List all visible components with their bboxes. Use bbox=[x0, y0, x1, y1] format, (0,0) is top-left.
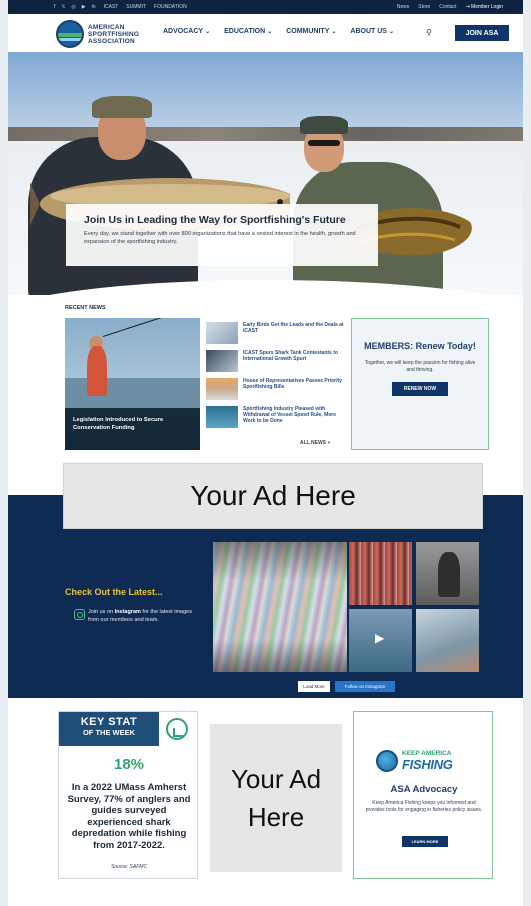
feature-water bbox=[65, 378, 200, 408]
instagram-title: Check Out the Latest... bbox=[65, 587, 163, 597]
top-link-icast[interactable]: ICAST bbox=[104, 4, 119, 10]
news-item[interactable]: Early Birds Get the Leads and the Deals … bbox=[206, 322, 346, 350]
nav-label: ADVOCACY bbox=[163, 28, 204, 35]
follow-label: Follow on Instagram bbox=[344, 684, 386, 689]
page: f 𝕏 ◎ ▶ in ICAST SUMMIT FOUNDATION News … bbox=[8, 0, 523, 906]
hero-title: Join Us in Leading the Way for Sportfish… bbox=[84, 214, 346, 226]
featured-news-title[interactable]: Legislation Introduced to Secure Conserv… bbox=[65, 408, 200, 450]
nav-community[interactable]: COMMUNITY ⌄ bbox=[286, 28, 336, 35]
kaf-wordmark: KEEP AMERICA FISHING bbox=[402, 750, 453, 772]
advocacy-text: Keep America Fishing keeps you informed … bbox=[365, 800, 483, 813]
members-title: MEMBERS: Renew Today! bbox=[364, 341, 476, 351]
instagram-photo-lures[interactable] bbox=[213, 542, 347, 672]
globe-icon bbox=[376, 750, 398, 772]
instagram-photo-angler[interactable] bbox=[416, 542, 479, 605]
key-stat-header: KEY STAT OF THE WEEK bbox=[59, 712, 159, 746]
instagram-photo-rods[interactable] bbox=[349, 542, 412, 605]
ad-square[interactable]: Your Ad Here bbox=[210, 724, 342, 872]
x-twitter-icon[interactable]: 𝕏 bbox=[61, 4, 65, 10]
nav-label: COMMUNITY bbox=[286, 28, 330, 35]
chevron-down-icon: ⌄ bbox=[205, 29, 211, 35]
key-stat-text: In a 2022 UMass Amherst Survey, 77% of a… bbox=[67, 782, 191, 851]
top-link-contact[interactable]: Contact bbox=[439, 4, 456, 10]
asa-advocacy-card: KEEP AMERICA FISHING ASA Advocacy Keep A… bbox=[353, 711, 493, 879]
hero-card: Join Us in Leading the Way for Sportfish… bbox=[66, 204, 378, 266]
top-right-links: News Store Contact ⇥ Member Login bbox=[397, 4, 503, 10]
instagram-video-play-icon[interactable] bbox=[349, 609, 412, 672]
news-title[interactable]: House of Representatives Passes Priority… bbox=[243, 378, 346, 406]
news-item[interactable]: Sportfishing Industry Pleased with Withd… bbox=[206, 406, 346, 434]
featured-news-card[interactable]: Legislation Introduced to Secure Conserv… bbox=[65, 318, 200, 450]
top-link-store[interactable]: Store bbox=[418, 4, 430, 10]
key-stat-percent: 18% bbox=[113, 756, 145, 773]
recent-news-label: RECENT NEWS bbox=[65, 305, 106, 311]
angler-left-hat bbox=[92, 96, 152, 118]
news-title[interactable]: Early Birds Get the Leads and the Deals … bbox=[243, 322, 346, 350]
main-nav: ADVOCACY ⌄ EDUCATION ⌄ COMMUNITY ⌄ ABOUT US… bbox=[163, 28, 394, 35]
kaf-line1: KEEP AMERICA bbox=[402, 750, 452, 757]
news-title[interactable]: Sportfishing Industry Pleased with Withd… bbox=[243, 406, 346, 434]
news-thumbnail bbox=[206, 406, 238, 428]
news-list: Early Birds Get the Leads and the Deals … bbox=[206, 322, 346, 434]
top-link-news[interactable]: News bbox=[397, 4, 410, 10]
instagram-text-pre: Join us on bbox=[88, 609, 115, 615]
member-login-link[interactable]: ⇥ Member Login bbox=[465, 4, 503, 10]
advocacy-title: ASA Advocacy bbox=[390, 784, 458, 795]
logo-text: AMERICAN SPORTFISHING ASSOCIATION bbox=[88, 23, 140, 45]
news-thumbnail bbox=[206, 378, 238, 400]
asa-logo[interactable]: AMERICAN SPORTFISHING ASSOCIATION bbox=[56, 20, 158, 48]
news-thumbnail bbox=[206, 350, 238, 372]
all-news-link[interactable]: ALL NEWS » bbox=[300, 440, 330, 446]
top-link-summit[interactable]: SUMMIT bbox=[126, 4, 146, 10]
hero-subtitle: Every day, we stand together with over 8… bbox=[84, 231, 356, 245]
load-more-button[interactable]: Load More bbox=[298, 681, 330, 692]
ad-banner[interactable]: Your Ad Here bbox=[63, 463, 483, 529]
key-stat-card: KEY STAT OF THE WEEK 18% In a 2022 UMass… bbox=[58, 711, 198, 879]
nav-label: EDUCATION bbox=[224, 28, 266, 35]
news-item[interactable]: ICAST Spurs Shark Tank Contestants to In… bbox=[206, 350, 346, 378]
news-item[interactable]: House of Representatives Passes Priority… bbox=[206, 378, 346, 406]
key-stat-source: Source: SAFMC bbox=[110, 864, 148, 870]
linkedin-icon[interactable]: in bbox=[92, 4, 96, 10]
keep-america-fishing-logo[interactable]: KEEP AMERICA FISHING bbox=[376, 750, 453, 772]
instagram-photo-fish[interactable] bbox=[416, 609, 479, 672]
join-asa-button[interactable]: JOIN ASA bbox=[455, 25, 509, 41]
learn-more-button[interactable]: LEARN MORE bbox=[402, 836, 448, 847]
site-header: AMERICAN SPORTFISHING ASSOCIATION ADVOCA… bbox=[8, 14, 523, 52]
chevron-down-icon: ⌄ bbox=[388, 29, 395, 35]
key-stat-header-line1: KEY STAT bbox=[80, 716, 138, 728]
top-link-foundation[interactable]: FOUNDATION bbox=[154, 4, 187, 10]
social-links: f 𝕏 ◎ ▶ in bbox=[54, 4, 96, 10]
kaf-line2: FISHING bbox=[402, 757, 453, 772]
top-links: ICAST SUMMIT FOUNDATION bbox=[104, 4, 187, 10]
instagram-text-bold: Instagram bbox=[114, 609, 141, 615]
utility-bar: f 𝕏 ◎ ▶ in ICAST SUMMIT FOUNDATION News … bbox=[8, 0, 523, 14]
members-text: Together, we will keep the passion for f… bbox=[364, 360, 476, 373]
chevron-down-icon: ⌄ bbox=[331, 29, 337, 35]
fishing-rod bbox=[102, 318, 172, 337]
feature-angler bbox=[87, 346, 107, 396]
news-title[interactable]: ICAST Spurs Shark Tank Contestants to In… bbox=[243, 350, 346, 378]
chevron-down-icon: ⌄ bbox=[267, 29, 273, 35]
renew-now-button[interactable]: RENEW NOW bbox=[391, 382, 449, 396]
nav-label: ABOUT US bbox=[350, 28, 387, 35]
nav-advocacy[interactable]: ADVOCACY ⌄ bbox=[163, 28, 210, 35]
key-stat-header-line2: OF THE WEEK bbox=[82, 728, 136, 737]
nav-about-us[interactable]: ABOUT US ⌄ bbox=[350, 28, 394, 35]
instagram-icon bbox=[74, 609, 85, 620]
news-thumbnail bbox=[206, 322, 238, 344]
sunglasses bbox=[308, 140, 340, 146]
nav-education[interactable]: EDUCATION ⌄ bbox=[224, 28, 272, 35]
search-icon[interactable]: ⚲ bbox=[426, 28, 432, 37]
facebook-icon[interactable]: f bbox=[54, 4, 55, 10]
follow-instagram-button[interactable]: Follow on Instagram bbox=[335, 681, 395, 692]
instagram-icon[interactable]: ◎ bbox=[71, 4, 75, 10]
youtube-icon[interactable]: ▶ bbox=[82, 4, 86, 10]
asa-logo-icon bbox=[56, 20, 84, 48]
instagram-text: Join us on Instagram for the latest imag… bbox=[88, 608, 200, 624]
members-renew-card: MEMBERS: Renew Today! Together, we will … bbox=[351, 318, 489, 450]
angler-right-hat bbox=[300, 116, 348, 134]
hero-banner: Join Us in Leading the Way for Sportfish… bbox=[8, 52, 523, 295]
chart-icon bbox=[166, 718, 188, 740]
